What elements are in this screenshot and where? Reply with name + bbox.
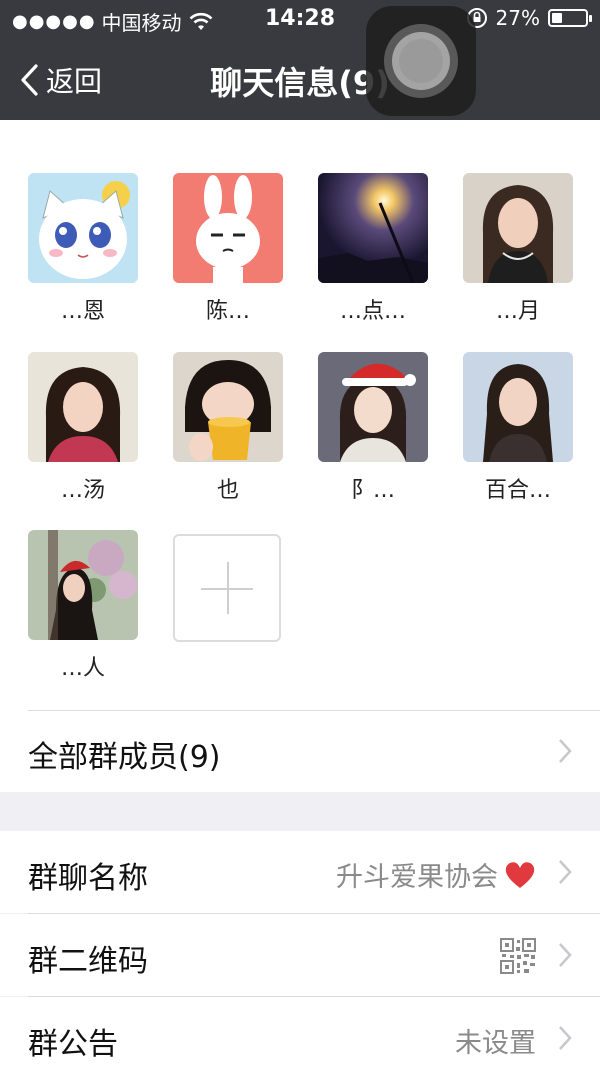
member-item[interactable]: …汤	[28, 352, 138, 503]
chevron-right-icon	[559, 1026, 572, 1050]
girl-with-cup-avatar	[173, 352, 283, 462]
battery-percent: 27%	[495, 6, 540, 30]
group-announcement-row[interactable]: 群公告 未设置	[0, 997, 600, 1065]
member-name: …月	[495, 299, 540, 324]
all-members-row[interactable]: 全部群成员(9)	[0, 710, 600, 792]
all-members-label: 全部群成员(9)	[28, 740, 221, 775]
page-title: 聊天信息(9)	[210, 64, 390, 102]
member-name: …恩	[60, 299, 105, 324]
group-qr-code-row[interactable]: 群二维码	[0, 914, 600, 996]
group-announcement-value: 未设置	[455, 1028, 536, 1059]
member-item[interactable]: 陈…	[173, 173, 283, 324]
member-name: …人	[60, 656, 105, 681]
cat-cartoon-avatar	[28, 173, 138, 283]
group-name-label: 群聊名称	[28, 861, 148, 896]
assistive-touch-button[interactable]	[366, 6, 476, 116]
member-name: …汤	[60, 478, 105, 503]
heart-icon	[505, 861, 535, 888]
member-item[interactable]: …点…	[318, 173, 428, 324]
member-name: 百合…	[484, 478, 551, 503]
member-item[interactable]: …月	[463, 173, 573, 324]
battery-icon	[548, 9, 592, 27]
member-name: …点…	[339, 299, 406, 324]
top-bar: ●●●●● 中国移动 14:28 27% 返回 聊天信息(9)	[0, 0, 600, 120]
member-item[interactable]: 也	[173, 352, 283, 503]
member-item[interactable]: 百合…	[463, 352, 573, 503]
girl-santa-hat-avatar	[318, 352, 428, 462]
chevron-right-icon	[559, 739, 572, 763]
girl-flowers-avatar	[28, 530, 138, 640]
chevron-right-icon	[559, 860, 572, 884]
battery-fill	[552, 13, 562, 23]
member-name: 也	[216, 478, 239, 503]
group-name-value: 升斗爱果协会	[336, 862, 498, 893]
girl-portrait-avatar	[463, 173, 573, 283]
member-item[interactable]: 阝…	[318, 352, 428, 503]
member-grid: …恩 陈… …点… …月 …汤 也 阝… 百合… …人	[0, 120, 600, 710]
member-item[interactable]: …恩	[28, 173, 138, 324]
girl-portrait-avatar	[463, 352, 573, 462]
member-name: 阝…	[350, 478, 395, 503]
group-announcement-label: 群公告	[28, 1027, 118, 1062]
group-name-row[interactable]: 群聊名称 升斗爱果协会	[0, 831, 600, 913]
status-bar: ●●●●● 中国移动 14:28 27%	[0, 0, 600, 38]
member-name: 陈…	[205, 299, 250, 324]
navigation-bar: 返回 聊天信息(9)	[0, 38, 600, 120]
chevron-right-icon	[559, 943, 572, 967]
group-qr-code-label: 群二维码	[28, 944, 148, 979]
qr-code-icon	[500, 938, 536, 974]
night-sky-avatar	[318, 173, 428, 283]
member-item[interactable]: …人	[28, 530, 138, 681]
girl-portrait-avatar	[28, 352, 138, 462]
add-member-button[interactable]	[173, 534, 281, 642]
rabbit-cartoon-avatar	[173, 173, 283, 283]
